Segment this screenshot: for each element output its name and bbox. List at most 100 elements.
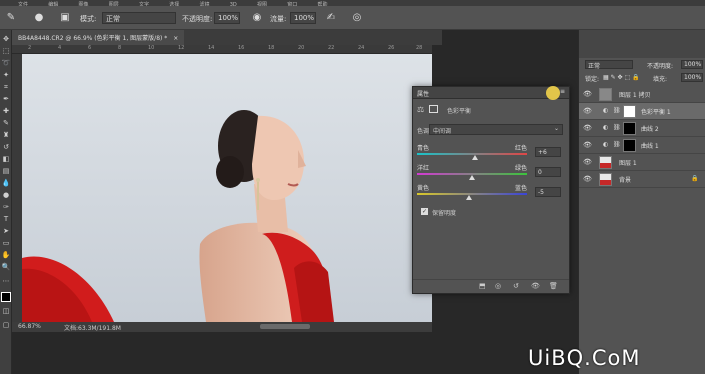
brush-panel-icon[interactable]: ▣: [58, 11, 72, 25]
fill-field[interactable]: 100%: [681, 73, 703, 82]
panel-menu-icon[interactable]: ≡: [560, 88, 565, 95]
eyedropper-tool-icon[interactable]: ✒: [1, 94, 11, 104]
stamp-tool-icon[interactable]: ♜: [1, 130, 11, 140]
horizontal-scrollbar[interactable]: [260, 324, 310, 329]
document-size: 文档:63.3M/191.8M: [64, 325, 121, 332]
airbrush-icon[interactable]: ✍: [324, 11, 338, 25]
options-bar: ✎ ● ▣ 模式: 正常 不透明度: 100% ◉ 流量: 100% ✍ ◎: [0, 6, 705, 30]
layer-mask-thumbnail[interactable]: [623, 139, 636, 152]
visibility-eye-icon[interactable]: 👁: [583, 158, 592, 166]
layer-row[interactable]: 👁 ◐ ⛓ 曲线 2: [579, 120, 705, 137]
watermark: UiBQ.CoM: [528, 346, 641, 370]
yellow-blue-track[interactable]: [417, 193, 527, 195]
quick-select-tool-icon[interactable]: ✦: [1, 70, 11, 80]
marquee-tool-icon[interactable]: ⬚: [1, 46, 11, 56]
yellow-blue-thumb[interactable]: [465, 195, 472, 200]
pressure-opacity-icon[interactable]: ◉: [250, 11, 264, 25]
brush-preset-icon[interactable]: ●: [32, 11, 46, 25]
move-tool-icon[interactable]: ✥: [1, 34, 11, 44]
brush-tool-icon[interactable]: ✎: [4, 11, 18, 25]
visibility-eye-icon[interactable]: 👁: [583, 124, 592, 132]
layer-opacity-field[interactable]: 100%: [681, 60, 703, 69]
opacity-label: 不透明度:: [182, 15, 213, 23]
layer-name: 色彩平衡 1: [641, 109, 671, 116]
layer-row-selected[interactable]: 👁 ◐ ⛓ 色彩平衡 1: [579, 103, 705, 120]
delete-icon[interactable]: 🗑: [549, 282, 558, 290]
shape-tool-icon[interactable]: ▭: [1, 238, 11, 248]
magenta-green-value-text: 0: [538, 169, 542, 176]
ruler-tick: 22: [328, 45, 335, 51]
document-tab[interactable]: BB4A8448.CR2 @ 66.9% (色彩平衡 1, 图层蒙版/8) * …: [12, 30, 185, 45]
tone-select[interactable]: 中间调 ⌄: [429, 124, 563, 135]
more-tools-icon[interactable]: ⋯: [1, 276, 11, 286]
layer-name: 背景: [619, 177, 632, 184]
pressure-size-icon[interactable]: ◎: [350, 11, 364, 25]
flow-value: 100%: [294, 14, 315, 22]
cyan-red-value[interactable]: +6: [535, 147, 561, 157]
visibility-eye-icon[interactable]: 👁: [583, 107, 592, 115]
crop-tool-icon[interactable]: ⌗: [1, 82, 11, 92]
eraser-tool-icon[interactable]: ◧: [1, 154, 11, 164]
path-select-tool-icon[interactable]: ➤: [1, 226, 11, 236]
blend-mode-select[interactable]: 正常: [585, 60, 633, 70]
image-canvas[interactable]: [22, 54, 432, 322]
mode-select[interactable]: 正常: [102, 12, 176, 24]
mode-value: 正常: [106, 15, 120, 23]
tools-panel: ✥ ⬚ ➰ ✦ ⌗ ✒ ✚ ✎ ♜ ↺ ◧ ▤ 💧 ● ✑ T ➤ ▭ ✋ 🔍 …: [0, 30, 12, 374]
zoom-level[interactable]: 66.87%: [18, 323, 41, 330]
lock-icons[interactable]: ▦ ✎ ✥ ⬚ 🔒: [603, 74, 640, 81]
cyan-label: 青色: [417, 145, 430, 152]
pen-tool-icon[interactable]: ✑: [1, 202, 11, 212]
layer-mask-thumbnail[interactable]: [623, 122, 636, 135]
mask-icon[interactable]: [429, 105, 438, 113]
link-icon[interactable]: ⛓: [613, 107, 621, 114]
quick-mask-icon[interactable]: ◫: [1, 306, 11, 316]
dodge-tool-icon[interactable]: ●: [1, 190, 11, 200]
lock-label: 锁定:: [585, 76, 600, 83]
link-icon[interactable]: ⛓: [613, 141, 621, 148]
clip-to-layer-icon[interactable]: ⬒: [479, 282, 486, 290]
blur-tool-icon[interactable]: 💧: [1, 178, 11, 188]
lasso-tool-icon[interactable]: ➰: [1, 58, 11, 68]
yellow-blue-value[interactable]: -5: [535, 187, 561, 197]
tone-row: 色调: 中间调 ⌄: [417, 124, 567, 136]
magenta-green-value[interactable]: 0: [535, 167, 561, 177]
ruler-tick: 6: [88, 45, 92, 51]
ruler-tick: 14: [208, 45, 215, 51]
close-tab-icon[interactable]: ×: [173, 35, 178, 42]
fill-value: 100%: [684, 74, 702, 81]
ruler-vertical: [12, 54, 22, 322]
visibility-icon[interactable]: 👁: [531, 282, 540, 290]
ruler-tick: 28: [416, 45, 423, 51]
reset-icon[interactable]: ↺: [513, 282, 519, 290]
hand-tool-icon[interactable]: ✋: [1, 250, 11, 260]
ruler-tick: 18: [268, 45, 275, 51]
zoom-tool-icon[interactable]: 🔍: [1, 262, 11, 272]
layer-row[interactable]: 👁 背景 🔒: [579, 171, 705, 188]
flow-field[interactable]: 100%: [290, 12, 316, 24]
history-brush-tool-icon[interactable]: ↺: [1, 142, 11, 152]
ruler-tick: 12: [178, 45, 185, 51]
layer-row[interactable]: 👁 图层 1 拷贝: [579, 86, 705, 103]
visibility-eye-icon[interactable]: 👁: [583, 90, 592, 98]
brush-tool-icon[interactable]: ✎: [1, 118, 11, 128]
layer-mask-thumbnail[interactable]: [623, 105, 636, 118]
visibility-eye-icon[interactable]: 👁: [583, 175, 592, 183]
visibility-eye-icon[interactable]: 👁: [583, 141, 592, 149]
healing-tool-icon[interactable]: ✚: [1, 106, 11, 116]
layer-name: 曲线 1: [641, 143, 659, 150]
preserve-luminosity-checkbox[interactable]: ✓: [421, 208, 428, 215]
cyan-red-thumb[interactable]: [472, 155, 479, 160]
gradient-tool-icon[interactable]: ▤: [1, 166, 11, 176]
magenta-green-thumb[interactable]: [469, 175, 475, 180]
layer-row[interactable]: 👁 图层 1: [579, 154, 705, 171]
view-previous-icon[interactable]: ◎: [495, 282, 501, 290]
opacity-field[interactable]: 100%: [214, 12, 240, 24]
properties-title: 属性: [417, 91, 430, 98]
type-tool-icon[interactable]: T: [1, 214, 11, 224]
mode-label: 模式:: [80, 15, 97, 23]
screen-mode-icon[interactable]: ▢: [1, 320, 11, 330]
layer-row[interactable]: 👁 ◐ ⛓ 曲线 1: [579, 137, 705, 154]
foreground-color-swatch[interactable]: [1, 292, 11, 302]
link-icon[interactable]: ⛓: [613, 124, 621, 131]
